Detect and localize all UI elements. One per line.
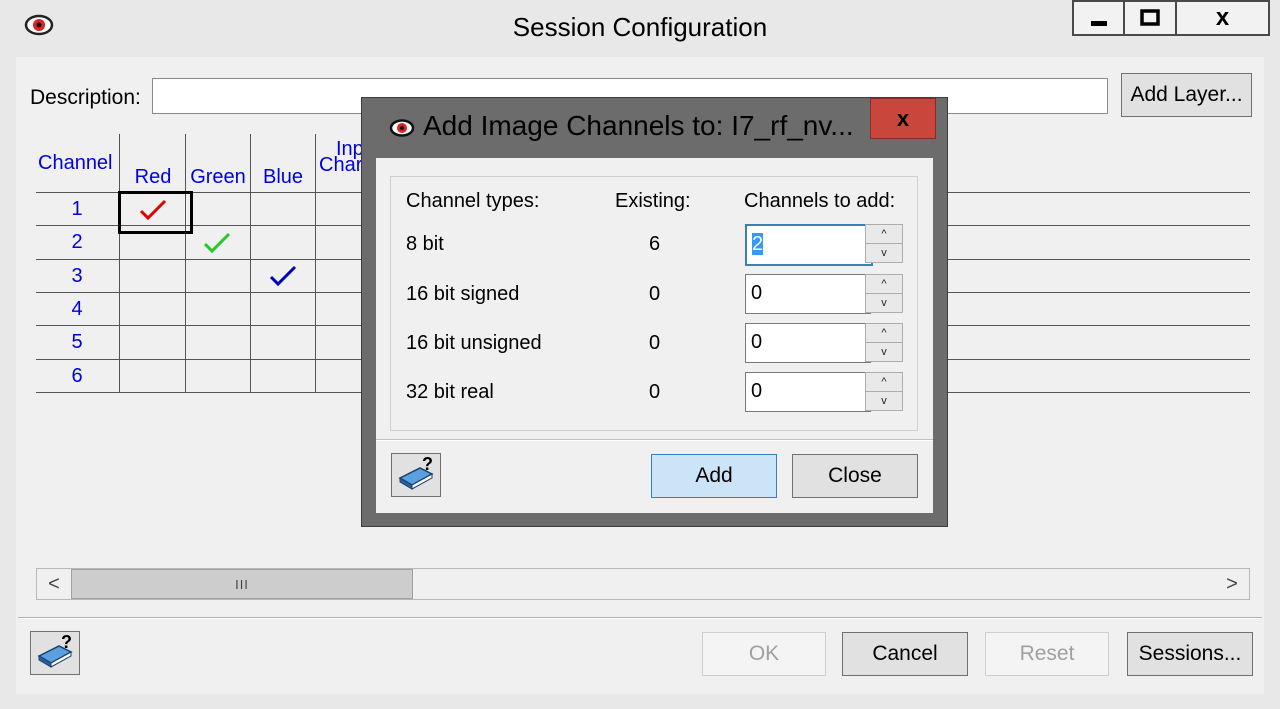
help-book-icon: ? [37,632,73,668]
existing-count: 0 [649,381,661,403]
close-button[interactable]: Close [792,454,918,498]
maximize-icon [1140,9,1160,26]
header-channel: Channel [38,152,113,174]
svg-text:?: ? [422,454,433,474]
add-image-channels-dialog[interactable]: Add Image Channels to: I7_rf_nv... x Cha… [361,97,948,527]
scroll-left-arrow[interactable]: < [37,569,71,599]
row-number-2[interactable]: 2 [36,231,118,254]
channel-type-label: 16 bit signed [406,283,520,305]
reset-button[interactable]: Reset [985,632,1109,676]
ok-button[interactable]: OK [702,632,826,676]
channels-to-add-input[interactable]: 0 [745,372,871,412]
channel-type-label: 16 bit unsigned [406,332,542,354]
channels-to-add-input[interactable]: 0 [745,323,871,363]
window-frame-right [1264,57,1280,709]
channel-type-label: 8 bit [406,233,444,255]
header-channel-types: Channel types: [406,190,540,212]
description-label: Description: [30,86,141,109]
row-number-1[interactable]: 1 [36,198,118,221]
dialog-body: Channel types: Existing: Channels to add… [376,158,933,513]
row-number-4[interactable]: 4 [36,298,118,321]
header-green[interactable]: Green [186,166,250,189]
spin-down-icon[interactable]: v [865,293,903,313]
header-channels-to-add: Channels to add: [744,190,896,212]
spin-buttons[interactable]: ^ v [865,224,903,263]
channel-type-label: 32 bit real [406,381,494,403]
maximize-button[interactable] [1124,0,1176,36]
existing-count: 0 [649,332,661,354]
header-blue[interactable]: Blue [252,166,314,189]
scroll-right-arrow[interactable]: > [1215,569,1249,599]
spin-up-icon[interactable]: ^ [865,372,903,392]
spin-buttons[interactable]: ^ v [865,323,903,362]
window-frame-bottom [0,694,1280,709]
horizontal-scrollbar[interactable]: < III > [36,568,1250,600]
spin-buttons[interactable]: ^ v [865,372,903,411]
sessions-button[interactable]: Sessions... [1127,632,1253,676]
help-book-icon: ? [398,454,434,490]
add-layer-button[interactable]: Add Layer... [1121,73,1252,117]
scroll-thumb[interactable]: III [71,569,413,599]
dialog-close-button[interactable]: x [870,98,936,139]
window-frame-left [0,57,16,709]
close-icon: x [1215,4,1230,31]
row-number-6[interactable]: 6 [36,365,118,388]
spin-up-icon[interactable]: ^ [865,274,903,294]
minimize-icon [1090,21,1107,26]
eye-icon [389,119,415,137]
spin-down-icon[interactable]: v [865,243,903,263]
existing-count: 0 [649,283,661,305]
checkmark-icon[interactable] [202,231,232,255]
spin-up-icon[interactable]: ^ [865,224,903,244]
spin-up-icon[interactable]: ^ [865,323,903,343]
channels-to-add-input[interactable]: 2 [745,224,873,266]
row-number-3[interactable]: 3 [36,265,118,288]
close-window-button[interactable]: x [1176,0,1270,36]
channel-types-group: Channel types: Existing: Channels to add… [390,176,918,431]
spin-down-icon[interactable]: v [865,391,903,411]
header-existing: Existing: [615,190,691,212]
close-icon: x [896,105,910,131]
add-button[interactable]: Add [651,454,777,498]
channels-to-add-input[interactable]: 0 [745,274,871,314]
header-red[interactable]: Red [122,166,184,189]
dialog-help-button[interactable]: ? [391,453,441,497]
dialog-separator [376,439,933,441]
svg-text:?: ? [61,632,72,652]
cancel-button[interactable]: Cancel [842,632,968,676]
spin-down-icon[interactable]: v [865,342,903,362]
existing-count: 6 [649,233,661,255]
spin-buttons[interactable]: ^ v [865,274,903,313]
dialog-title: Add Image Channels to: I7_rf_nv... [423,110,854,141]
checkmark-icon[interactable] [138,198,168,222]
help-button[interactable]: ? [30,631,80,675]
checkmark-icon[interactable] [268,264,298,288]
row-number-5[interactable]: 5 [36,331,118,354]
footer-separator [18,617,1262,619]
minimize-button[interactable] [1072,0,1124,36]
